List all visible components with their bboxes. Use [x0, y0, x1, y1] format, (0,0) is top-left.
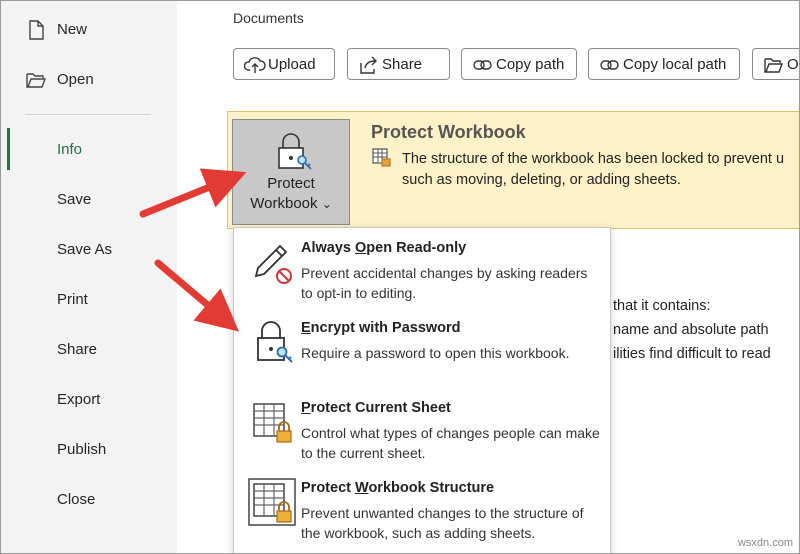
sidebar-item-label: Close [57, 490, 96, 508]
protect-button-line1: Protect [267, 175, 315, 192]
sidebar-item-export[interactable]: Export [1, 379, 177, 419]
sidebar-item-print[interactable]: Print [1, 279, 177, 319]
open-folder-icon [26, 73, 47, 88]
menu-item-description: Require a password to open this workbook… [301, 345, 570, 361]
workbook-structure-lock-icon [248, 478, 296, 526]
menu-item-description: Control what types of changes people can… [301, 425, 600, 461]
menu-item-description: Prevent unwanted changes to the structur… [301, 505, 584, 541]
protect-description-line2: such as moving, deleting, or adding shee… [402, 172, 681, 188]
protect-description: The structure of the workbook has been l… [402, 149, 799, 191]
inspect-text-2: name and absolute path [613, 322, 769, 338]
menu-item-title: Protect Workbook Structure [301, 480, 495, 496]
sidebar-item-close[interactable]: Close [1, 479, 177, 519]
pencil-no-edit-icon [254, 244, 292, 284]
backstage-window: New Open Info Save Save As Print Share E… [0, 0, 800, 554]
link-icon [473, 60, 492, 70]
inspect-text-1: that it contains: [613, 298, 711, 314]
lock-key-icon [278, 133, 312, 170]
protect-description-line1: The structure of the workbook has been l… [402, 151, 785, 167]
protect-workbook-menu: Always Open Read-only Prevent accidental… [233, 227, 611, 553]
menu-item-title: Always Open Read-only [301, 240, 467, 256]
menu-item-title: Encrypt with Password [301, 320, 461, 336]
sidebar-item-open[interactable]: Open [1, 59, 177, 99]
share-label: Share [382, 55, 423, 73]
upload-cloud-icon [244, 57, 266, 73]
link-icon [600, 60, 619, 70]
chevron-down-icon: ⌄ [321, 197, 332, 211]
sidebar-item-label: Save As [57, 240, 113, 258]
sidebar-divider [25, 114, 151, 115]
workbook-lock-icon [372, 148, 391, 167]
open-folder-icon [764, 58, 784, 73]
sidebar-item-new[interactable]: New [1, 9, 177, 49]
inspect-text-3: ilities find difficult to read [613, 346, 771, 362]
file-location: Documents [233, 10, 304, 26]
copy-path-label: Copy path [496, 55, 565, 73]
open-file-location-label: O [787, 55, 799, 73]
new-document-icon [29, 20, 44, 40]
copy-local-path-label: Copy local path [623, 55, 727, 73]
menu-item-protect-workbook-structure[interactable]: Protect Workbook Structure Prevent unwan… [234, 470, 610, 550]
sidebar-item-label: Publish [57, 440, 107, 458]
sidebar-item-label: Export [57, 390, 101, 408]
open-file-location-button[interactable]: O [752, 48, 799, 80]
protect-workbook-button[interactable]: Protect Workbook ⌄ [232, 119, 350, 225]
sidebar-item-label: Save [57, 190, 92, 208]
sidebar-item-publish[interactable]: Publish [1, 429, 177, 469]
sidebar-item-save-as[interactable]: Save As [1, 229, 177, 269]
upload-button[interactable]: Upload [233, 48, 335, 80]
copy-local-path-button[interactable]: Copy local path [588, 48, 740, 80]
protect-title: Protect Workbook [371, 122, 526, 142]
menu-item-protect-current-sheet[interactable]: Protect Current Sheet Control what types… [234, 390, 610, 470]
menu-item-title: Protect Current Sheet [301, 400, 451, 416]
sidebar-item-label: New [57, 20, 88, 38]
share-arrow-icon [360, 56, 377, 74]
sidebar-item-label: Print [57, 290, 88, 308]
sidebar-item-label: Open [57, 70, 94, 88]
sidebar-item-label: Share [57, 340, 98, 358]
copy-path-button[interactable]: Copy path [461, 48, 577, 80]
watermark: wsxdn.com [737, 537, 793, 549]
lock-key-icon [257, 321, 293, 363]
menu-item-description: Prevent accidental changes by asking rea… [301, 265, 588, 301]
menu-item-always-open-read-only[interactable]: Always Open Read-only Prevent accidental… [234, 230, 610, 310]
protect-button-line2: Workbook ⌄ [250, 195, 332, 212]
share-button[interactable]: Share [347, 48, 450, 80]
sidebar-item-label: Info [57, 140, 83, 158]
sheet-lock-icon [253, 403, 292, 443]
upload-label: Upload [268, 55, 316, 73]
menu-item-encrypt-with-password[interactable]: Encrypt with Password Require a password… [234, 310, 610, 390]
info-pane: Documents Upload Share Copy path Copy lo… [177, 1, 799, 553]
sidebar-item-share[interactable]: Share [1, 329, 177, 369]
sidebar-item-save[interactable]: Save [1, 179, 177, 219]
sidebar-item-info[interactable]: Info [1, 129, 177, 169]
backstage-sidebar: New Open Info Save Save As Print Share E… [1, 1, 177, 553]
